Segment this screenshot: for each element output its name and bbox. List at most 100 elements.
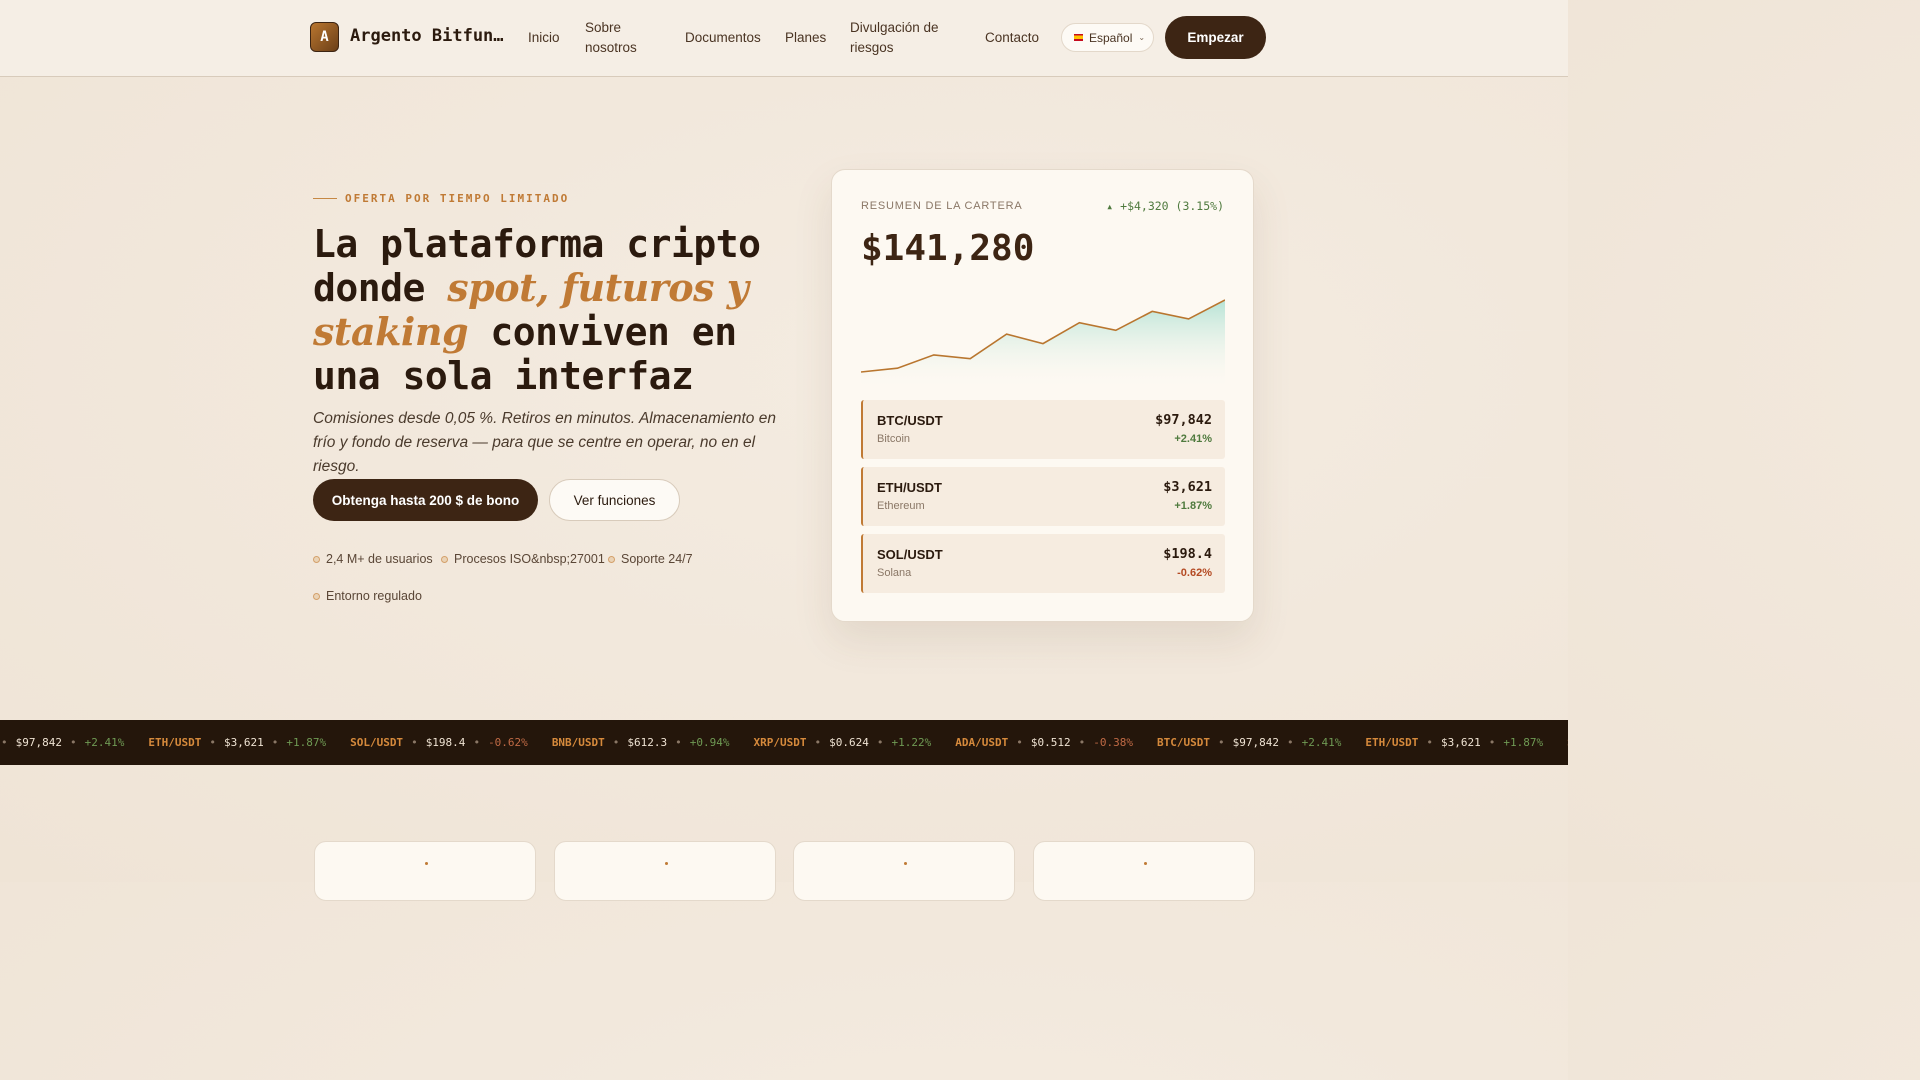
- ticker-track: BTC/USDT • $97,842 • +2.41% ETH/USDT • $3,621 • +…: [0, 720, 1568, 765]
- badge-dot-icon: [313, 592, 320, 600]
- trust-badge-users: 2,4 M+ de usuarios: [313, 552, 433, 566]
- portfolio-line-chart: [861, 299, 1225, 390]
- nav-link-contacto[interactable]: Contacto: [985, 28, 1039, 48]
- chevron-down-icon: ⌄: [1138, 33, 1146, 42]
- pair-name: Ethereum: [877, 500, 925, 512]
- empezar-button[interactable]: Empezar: [1165, 16, 1266, 59]
- top-navbar: A Argento Bitfun… Inicio Sobre nosotros …: [0, 0, 1568, 77]
- feature-dot-icon: [904, 862, 907, 865]
- ticker-symbol: XRP/USDT: [753, 736, 807, 749]
- eyebrow-divider: [313, 198, 337, 199]
- pair-price: $3,621: [1163, 479, 1212, 495]
- pair-price: $97,842: [1155, 412, 1212, 428]
- nav-link-planes[interactable]: Planes: [785, 28, 826, 48]
- portfolio-label: RESUMEN DE LA CARTERA: [861, 200, 1023, 212]
- ticker-item[interactable]: BNB/USDT • $612.3 • +0.94%: [552, 736, 730, 749]
- ticker-change: +1.87%: [1503, 736, 1544, 749]
- ticker-change: -0.62%: [488, 736, 528, 749]
- ticker-separator: •: [473, 736, 481, 749]
- ticker-separator: •: [1218, 736, 1225, 749]
- ticker-price: $612.3: [627, 736, 668, 749]
- ticker-change: +2.41%: [1301, 736, 1342, 749]
- feature-dot-icon: [665, 862, 668, 865]
- ticker-change: +2.41%: [84, 736, 125, 749]
- ticker-separator: •: [1426, 736, 1433, 749]
- feature-card: [314, 841, 536, 901]
- ticker-symbol: ETH/USDT: [1365, 736, 1419, 749]
- portfolio-total: $141,280: [861, 228, 1035, 269]
- ticker-item[interactable]: ADA/USDT • $0.512 • -0.38%: [955, 736, 1133, 749]
- portfolio-summary-card: RESUMEN DE LA CARTERA ▴ +$4,320 (3.15%) …: [831, 169, 1254, 622]
- trust-label: 2,4 M+ de usuarios: [326, 552, 433, 566]
- ticker-item[interactable]: XRP/USDT • $0.624 • +1.22%: [754, 736, 932, 749]
- pair-symbol: ETH/USDT: [877, 480, 942, 495]
- ticker-price: $3,621: [223, 736, 264, 749]
- ticker-separator: •: [1488, 736, 1496, 749]
- ticker-symbol: ADA/USDT: [955, 736, 1009, 749]
- trust-badge-iso: Procesos ISO&nbsp;27001: [441, 552, 605, 566]
- ticker-symbol: BNB/USDT: [551, 736, 605, 749]
- ticker-symbol: BTC/USDT: [1157, 736, 1210, 749]
- ticker-change: +0.94%: [689, 736, 730, 749]
- eyebrow-text: OFERTA POR TIEMPO LIMITADO: [345, 192, 570, 205]
- nav-link-divulgacion-riesgos[interactable]: Divulgación de riesgos: [850, 18, 960, 58]
- pair-change: +1.87%: [1174, 500, 1212, 512]
- ticker-price: $97,842: [15, 736, 62, 749]
- ticker-change: +1.87%: [286, 736, 327, 749]
- nav-link-documentos[interactable]: Documentos: [685, 28, 761, 48]
- price-ticker-bar: BTC/USDT • $97,842 • +2.41% ETH/USDT • $3,621 • +…: [0, 720, 1568, 765]
- pair-row-btc[interactable]: BTC/USDT Bitcoin $97,842 +2.41%: [861, 400, 1225, 459]
- ticker-symbol: SOL/USDT: [1567, 736, 1568, 749]
- spain-flag-icon: [1074, 34, 1083, 41]
- trust-label: Entorno regulado: [326, 589, 422, 603]
- ticker-symbol: ETH/USDT: [148, 736, 202, 749]
- ticker-separator: •: [876, 736, 884, 749]
- hero-subheading: Comisiones desde 0,05 %. Retiros en minu…: [313, 410, 776, 475]
- portfolio-change: ▴ +$4,320 (3.15%): [1106, 199, 1224, 213]
- pair-row-sol[interactable]: SOL/USDT Solana $198.4 -0.62%: [861, 534, 1225, 593]
- ticker-price: $198.4: [425, 736, 466, 749]
- ticker-separator: •: [411, 736, 418, 749]
- pair-row-eth[interactable]: ETH/USDT Ethereum $3,621 +1.87%: [861, 467, 1225, 526]
- feature-card: [1033, 841, 1255, 901]
- language-selector[interactable]: Español ⌄: [1061, 23, 1154, 52]
- bonus-cta-button[interactable]: Obtenga hasta 200 $ de bono: [313, 479, 538, 521]
- features-button[interactable]: Ver funciones: [549, 479, 680, 521]
- ticker-change: -0.38%: [1093, 736, 1134, 749]
- logo-icon[interactable]: A: [310, 22, 339, 52]
- feature-dot-icon: [425, 862, 428, 865]
- hero-headline: La plataforma cripto donde spot, futuros…: [313, 222, 783, 398]
- nav-link-sobre-nosotros[interactable]: Sobre nosotros: [585, 18, 655, 58]
- ticker-item[interactable]: ETH/USDT • $3,621 • +1.87%: [1365, 736, 1543, 749]
- brand-name[interactable]: Argento Bitfun…: [350, 26, 506, 46]
- ticker-separator: •: [675, 736, 682, 749]
- chart-area: [861, 300, 1225, 390]
- ticker-price: $0.512: [1030, 736, 1071, 749]
- trust-badge-support: Soporte 24/7: [608, 552, 693, 566]
- feature-dot-icon: [1144, 862, 1147, 865]
- ticker-separator: •: [209, 736, 216, 749]
- feature-card: [793, 841, 1015, 901]
- ticker-item[interactable]: SOL/USDT•$198.4•-0.62%: [350, 736, 528, 749]
- nav-link-inicio[interactable]: Inicio: [528, 28, 560, 48]
- pair-price: $198.4: [1163, 546, 1212, 562]
- ticker-separator: •: [1078, 736, 1086, 749]
- language-label: Español: [1089, 30, 1133, 45]
- feature-card: [554, 841, 776, 901]
- ticker-separator: •: [69, 736, 77, 749]
- trust-label: Procesos ISO&nbsp;27001: [454, 552, 605, 566]
- ticker-item[interactable]: BTC/USDT•$97,842•+2.41%: [1157, 736, 1341, 749]
- badge-dot-icon: [608, 555, 615, 563]
- ticker-item[interactable]: SOL/USDT•$198.4•-0.62%: [1567, 736, 1568, 749]
- pair-name: Bitcoin: [877, 433, 911, 445]
- ticker-separator: •: [1286, 736, 1294, 749]
- ticker-separator: •: [814, 736, 822, 749]
- ticker-separator: •: [1016, 736, 1023, 749]
- pair-symbol: SOL/USDT: [877, 547, 943, 562]
- ticker-price: $3,621: [1440, 736, 1481, 749]
- ticker-item[interactable]: ETH/USDT • $3,621 • +1.87%: [148, 736, 326, 749]
- pair-name: Solana: [877, 567, 912, 579]
- ticker-item[interactable]: BTC/USDT•$97,842•+2.41%: [0, 736, 124, 749]
- trust-badge-regulated: Entorno regulado: [313, 589, 422, 603]
- pair-symbol: BTC/USDT: [877, 413, 943, 428]
